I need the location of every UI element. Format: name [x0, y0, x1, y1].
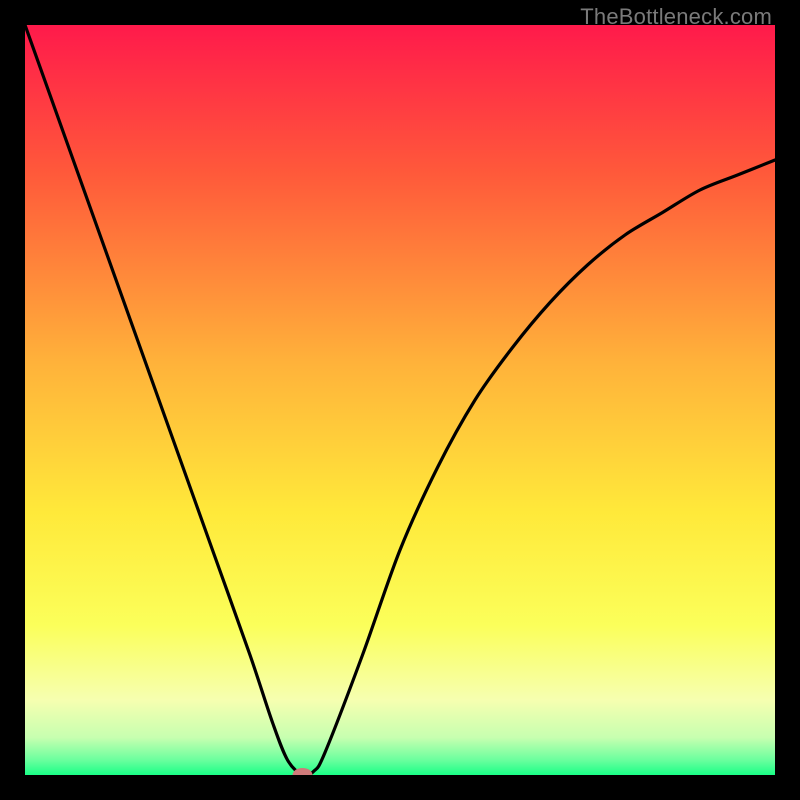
bottleneck-chart — [25, 25, 775, 775]
chart-frame — [25, 25, 775, 775]
attribution-text: TheBottleneck.com — [580, 4, 772, 30]
gradient-background — [25, 25, 775, 775]
